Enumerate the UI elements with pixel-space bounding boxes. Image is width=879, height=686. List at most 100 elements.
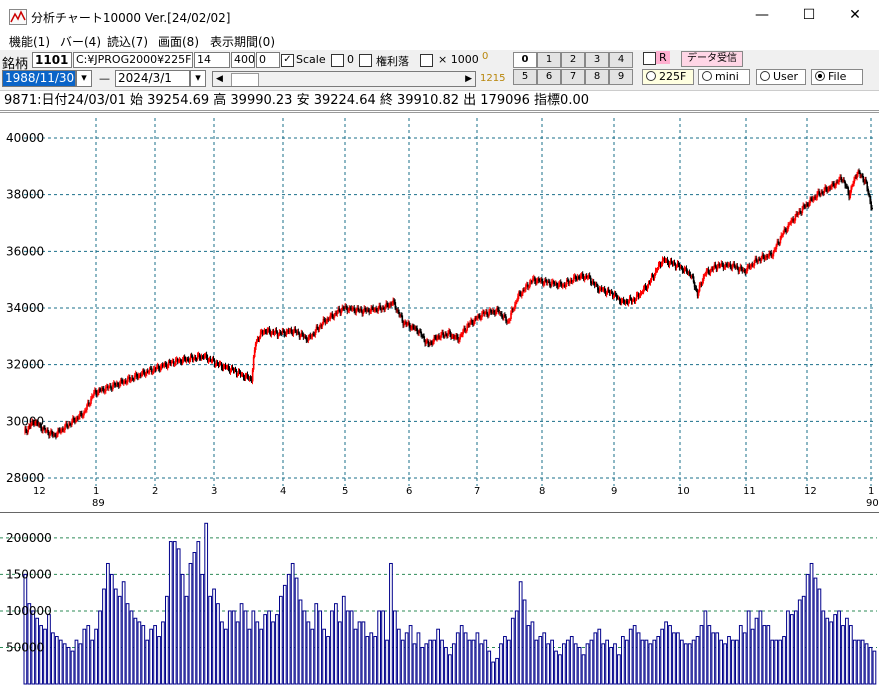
zero-checkbox[interactable] [331,54,344,67]
num-button-3[interactable]: 3 [585,52,609,68]
volume-bar [121,581,126,685]
volume-bar [699,625,704,685]
num-button-6[interactable]: 6 [537,69,561,85]
chevron-right-icon[interactable]: ▶ [465,72,472,86]
r-checkbox[interactable] [643,52,656,65]
volume-bar [778,639,782,685]
volume-bar [734,639,739,685]
radio-dot [702,71,712,81]
num-button-8[interactable]: 8 [585,69,609,85]
volume-bar [416,632,421,685]
volume-bar [538,636,543,685]
volume-bar [687,643,692,685]
menu-gamen[interactable]: 画面(8) [158,33,199,50]
kenri-checkbox[interactable] [359,54,372,67]
volume-bar [864,643,869,685]
volume-bar [793,610,798,685]
x-tick-label: 1 [868,486,874,497]
volume-bar [369,632,374,685]
data-receive-button[interactable]: データ受信 [681,51,743,67]
volume-bar [817,588,822,685]
volume-bar [742,632,747,685]
volume-bar [731,639,735,685]
volume-bar [813,577,818,685]
volume-bar [573,643,578,685]
volume-bar [393,610,397,685]
volume-bar [251,610,256,685]
volume-bar [231,610,236,685]
volume-bar [841,625,845,685]
volume-bar [176,548,181,685]
volume-ytick-label: 150000 [6,567,52,581]
volume-bar [440,639,444,685]
num-button-2[interactable]: 2 [561,52,585,68]
field1-input[interactable]: 14 [194,52,230,68]
chevron-down-icon[interactable]: ▾ [190,70,206,87]
volume-bar [589,639,594,685]
volume-bar [428,639,433,685]
volume-bar [389,562,393,685]
menu-yomikomi[interactable]: 読込(7) [107,33,148,50]
volume-bar [271,621,275,685]
field3-input[interactable]: 0 [256,52,280,68]
num-button-0[interactable]: 0 [513,52,537,68]
volume-bar [294,577,299,685]
scroll-thumb[interactable] [231,73,259,86]
volume-bar [624,639,629,685]
code-input[interactable]: 1101 [32,52,72,68]
num-button-1[interactable]: 1 [537,52,561,68]
maximize-icon[interactable]: ☐ [786,0,832,31]
menu-hyouji-kikan[interactable]: 表示期間(0) [210,33,275,50]
volume-bar [683,643,688,685]
radio-225f[interactable]: 225F [642,69,694,85]
volume-bar [74,639,79,685]
radio-user[interactable]: User [756,69,806,85]
radio-mini[interactable]: mini [698,69,750,85]
volume-bar [424,643,429,685]
end-date-select[interactable]: 2024/3/1 [115,70,190,87]
chevron-left-icon[interactable]: ◀ [216,72,223,86]
num-button-4[interactable]: 4 [609,52,633,68]
volume-bar [247,628,252,685]
start-date-select[interactable]: 1988/11/30 [2,70,76,87]
num-button-7[interactable]: 7 [561,69,585,85]
num-button-5[interactable]: 5 [513,69,537,85]
volume-bar [337,621,342,685]
volume-bar [432,639,437,685]
volume-bar [569,636,574,685]
radio-file[interactable]: File [811,69,863,85]
period-scrollbar[interactable]: ◀ ▶ [212,71,476,87]
volume-bar [322,628,326,685]
menu-bar-item[interactable]: バー(4) [60,33,101,50]
volume-bar [243,610,248,685]
candle-body [252,357,255,370]
volume-bar [349,610,354,685]
volume-bar [562,643,566,685]
volume-bar [216,603,220,685]
num-button-9[interactable]: 9 [609,69,633,85]
volume-ytick-label: 100000 [6,604,52,618]
minimize-icon[interactable]: — [739,0,785,31]
radio-user-label: User [773,70,799,83]
path-input[interactable]: C:¥JPROG2000¥225F [73,52,193,68]
volume-bar [648,643,653,685]
volume-bar [196,541,201,685]
x1000-label: × 1000 [438,53,479,66]
field2-input[interactable]: 4000 [231,52,255,68]
radio-dot [646,71,656,81]
volume-bar [672,632,676,685]
scale-label: Scale [296,53,326,66]
x1000-checkbox[interactable] [420,54,433,67]
scale-checkbox[interactable]: ✓ [281,54,294,67]
close-icon[interactable]: ✕ [832,0,878,31]
x-tick-label: 2 [152,486,158,497]
volume-bar [797,599,802,685]
volume-ytick-label: 200000 [6,531,52,545]
menu-kinou[interactable]: 機能(1) [9,33,50,50]
volume-bar [613,643,617,685]
volume-bar [833,614,837,685]
volume-bar [165,595,169,685]
price-ytick-label: 32000 [6,358,44,372]
chevron-down-icon[interactable]: ▾ [76,70,92,87]
volume-bar [758,610,763,685]
